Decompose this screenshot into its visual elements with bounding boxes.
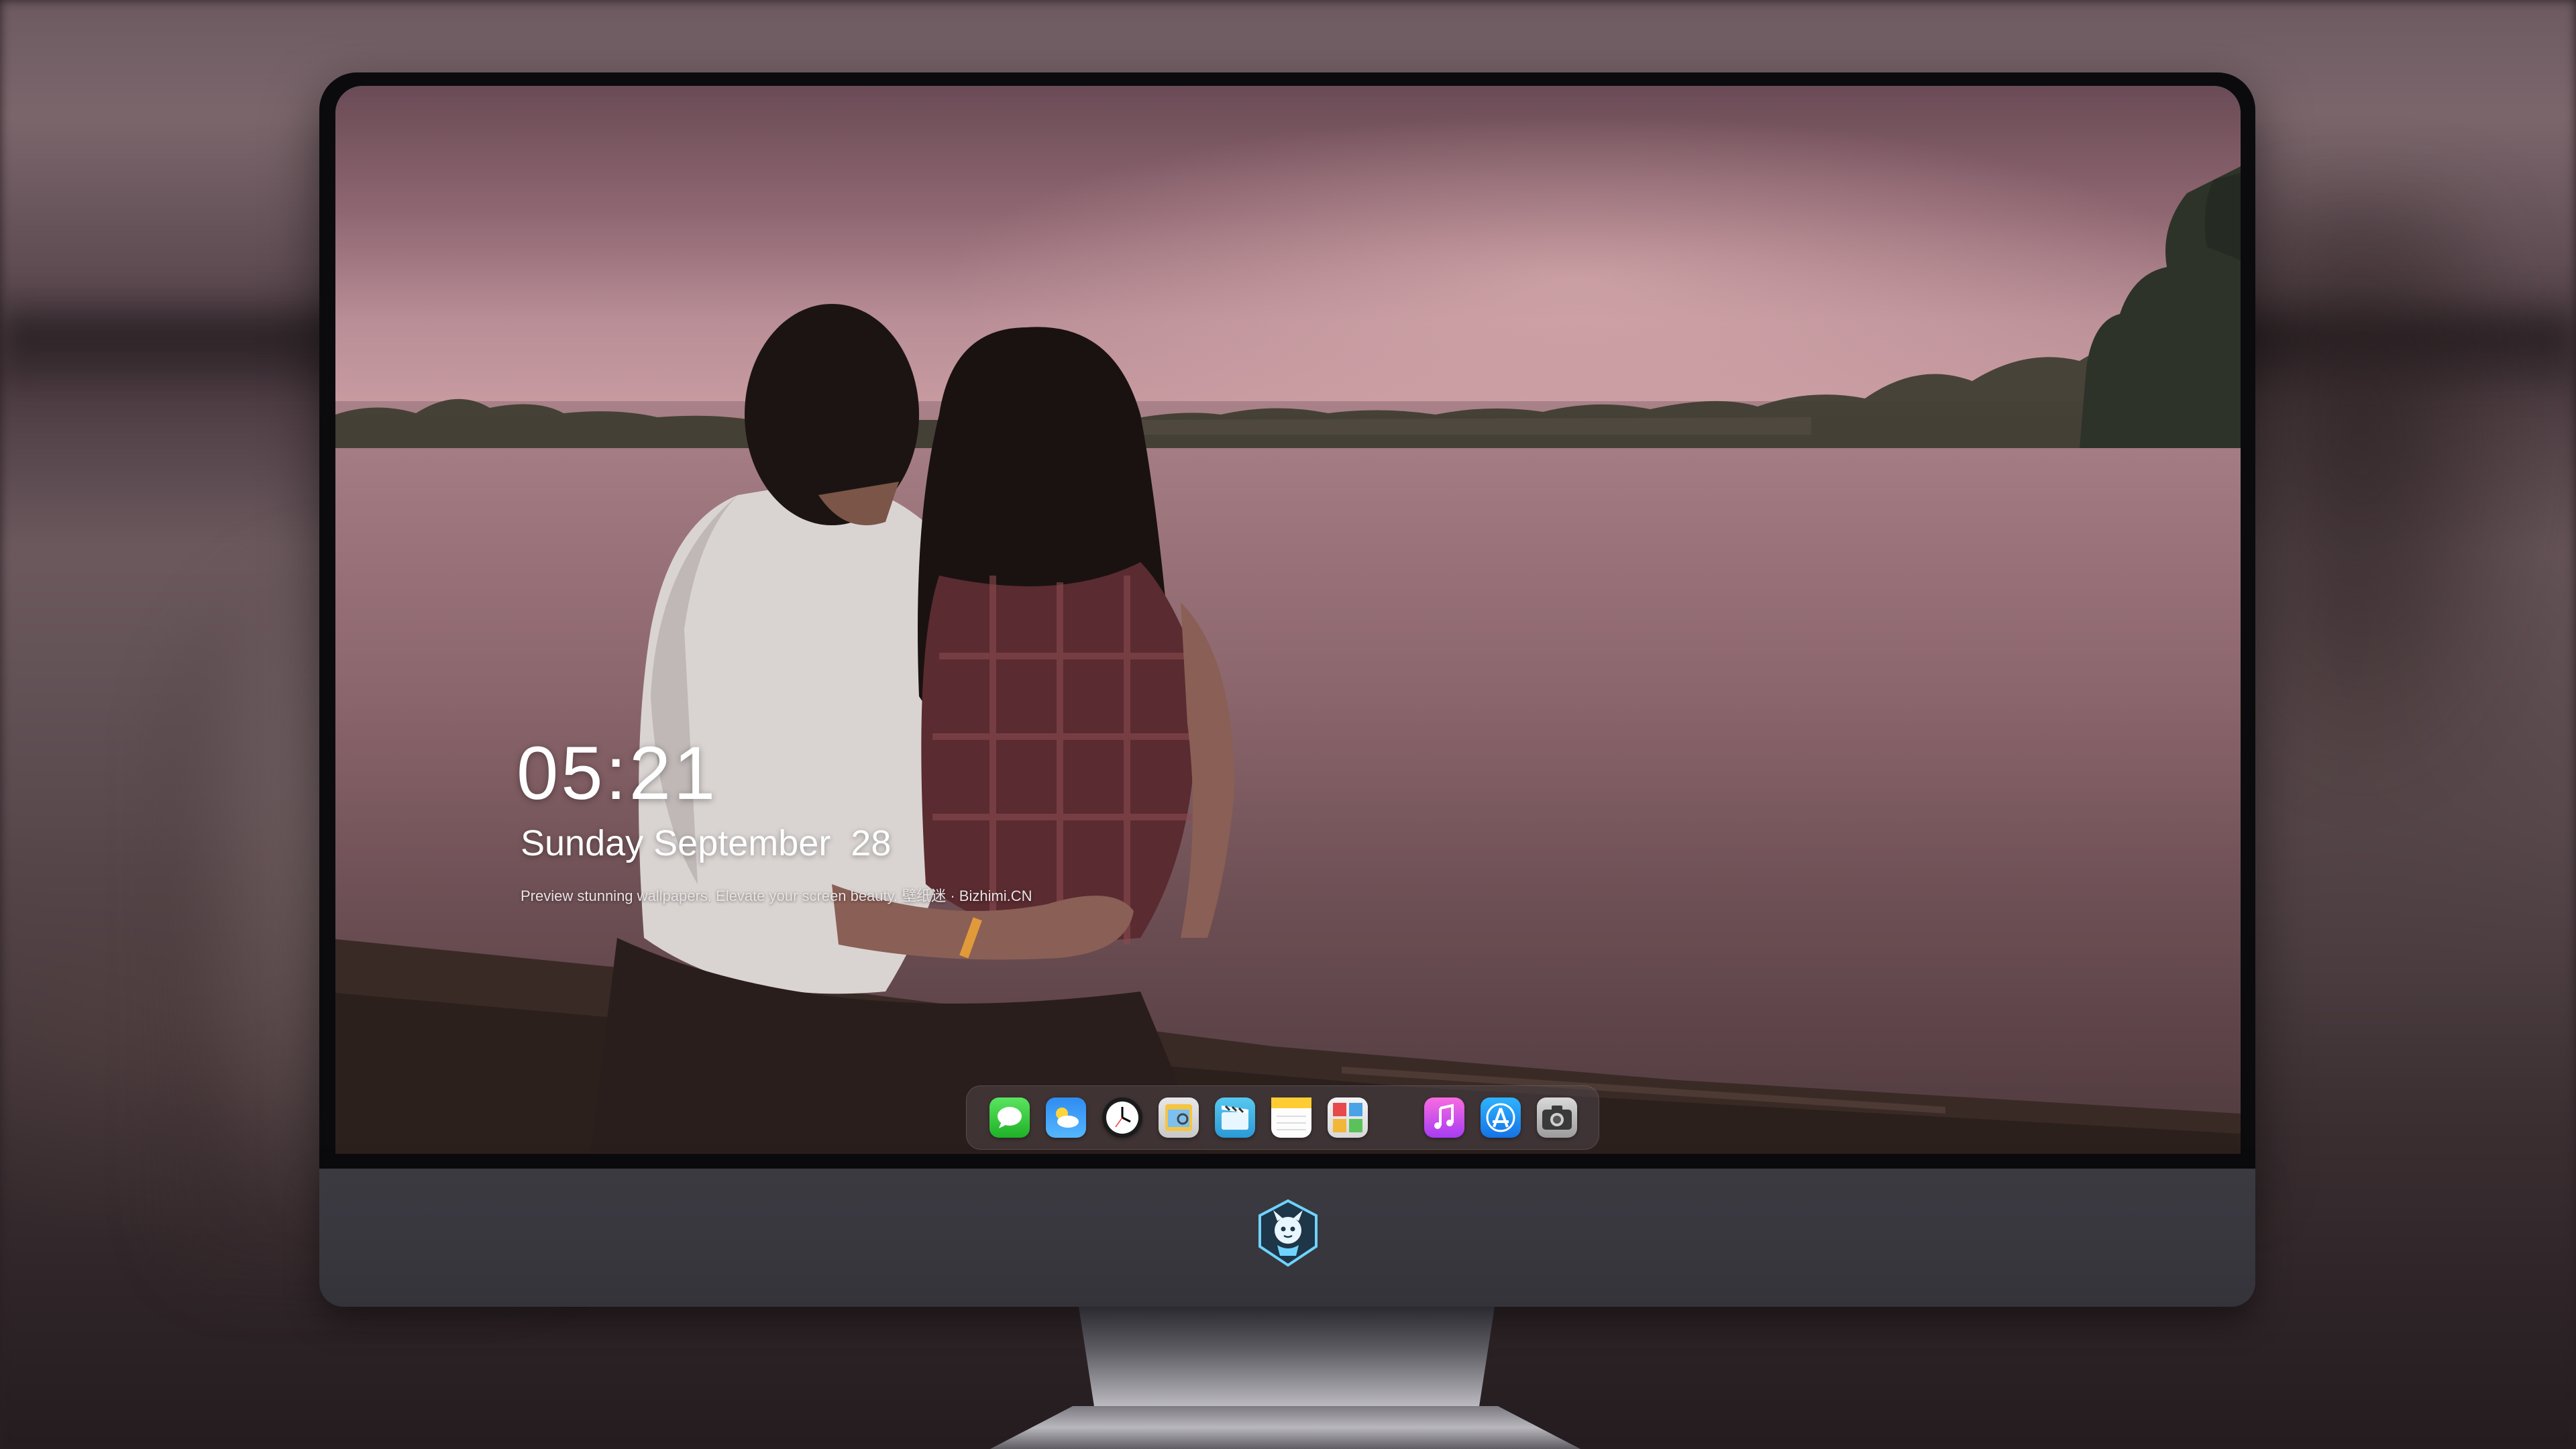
imac-stand <box>1079 1307 1495 1414</box>
weather-icon[interactable] <box>1046 1097 1086 1138</box>
notes-icon[interactable] <box>1271 1097 1311 1138</box>
preview-icon[interactable] <box>1159 1097 1199 1138</box>
camera-icon[interactable] <box>1537 1097 1577 1138</box>
lockscreen-time: 05:21 <box>517 731 718 815</box>
itunes-icon[interactable] <box>1424 1097 1464 1138</box>
lockscreen-date: Sunday September 28 <box>521 823 892 863</box>
lockscreen-tagline: Preview stunning wallpapers. Elevate you… <box>521 888 1032 904</box>
wallpaper-couple <box>590 304 1234 1154</box>
photo-booth-icon[interactable] <box>1328 1097 1368 1138</box>
wallpaper-trees-right <box>2080 166 2241 448</box>
imac-stand-base <box>990 1406 1580 1449</box>
dock <box>966 1085 1599 1150</box>
app-store-icon[interactable] <box>1481 1097 1521 1138</box>
mascot-logo-icon <box>1258 1199 1318 1267</box>
clock-icon[interactable] <box>1102 1097 1142 1138</box>
clips-icon[interactable] <box>1215 1097 1255 1138</box>
messages-icon[interactable] <box>989 1097 1030 1138</box>
imac-screen: 05:21 Sunday September 28 Preview stunni… <box>335 86 2241 1154</box>
